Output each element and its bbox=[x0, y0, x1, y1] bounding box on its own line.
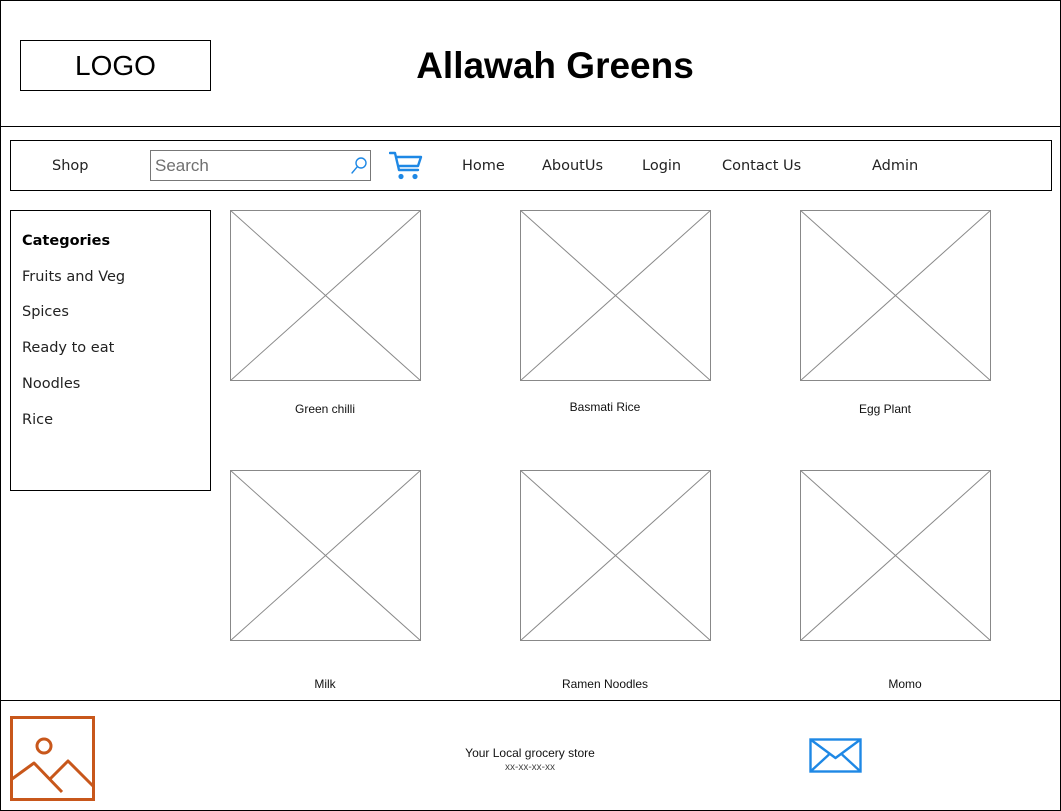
site-title: Allawah Greens bbox=[416, 45, 694, 86]
nav-link-shop[interactable]: Shop bbox=[52, 156, 88, 176]
mail-icon[interactable] bbox=[809, 738, 862, 773]
product-image-placeholder-icon[interactable] bbox=[230, 210, 421, 381]
nav-link-home[interactable]: Home bbox=[462, 156, 505, 176]
product-image-placeholder-icon[interactable] bbox=[520, 210, 711, 381]
search-input[interactable] bbox=[155, 153, 345, 178]
product-name[interactable]: Egg Plant bbox=[790, 401, 980, 417]
image-icon bbox=[10, 716, 95, 801]
search-box[interactable] bbox=[150, 150, 371, 181]
product-image-placeholder-icon[interactable] bbox=[800, 470, 991, 641]
nav-link-contact[interactable]: Contact Us bbox=[722, 156, 801, 176]
footer-phone: xx-xx-xx-xx bbox=[505, 762, 555, 773]
category-ready-to-eat[interactable]: Ready to eat bbox=[22, 338, 114, 358]
product-image-placeholder-icon[interactable] bbox=[230, 470, 421, 641]
product-image-placeholder-icon[interactable] bbox=[520, 470, 711, 641]
product-name[interactable]: Ramen Noodles bbox=[510, 676, 700, 692]
logo[interactable]: LOGO bbox=[20, 40, 211, 91]
footer-tagline: Your Local grocery store bbox=[465, 746, 595, 760]
product-image-placeholder-icon[interactable] bbox=[800, 210, 991, 381]
product-name[interactable]: Basmati Rice bbox=[510, 399, 700, 415]
category-spices[interactable]: Spices bbox=[22, 302, 69, 322]
nav-link-login[interactable]: Login bbox=[642, 156, 681, 176]
product-name[interactable]: Green chilli bbox=[230, 401, 420, 417]
cart-icon[interactable] bbox=[389, 151, 423, 181]
nav-link-admin[interactable]: Admin bbox=[872, 156, 918, 176]
categories-heading: Categories bbox=[22, 233, 111, 249]
product-name[interactable]: Milk bbox=[230, 676, 420, 692]
search-icon[interactable] bbox=[350, 156, 368, 176]
product-name[interactable]: Momo bbox=[810, 676, 1000, 692]
category-noodles[interactable]: Noodles bbox=[22, 374, 80, 394]
category-rice[interactable]: Rice bbox=[22, 410, 53, 430]
nav-link-about[interactable]: AboutUs bbox=[542, 156, 603, 176]
category-fruits-and-veg[interactable]: Fruits and Veg bbox=[22, 267, 125, 287]
